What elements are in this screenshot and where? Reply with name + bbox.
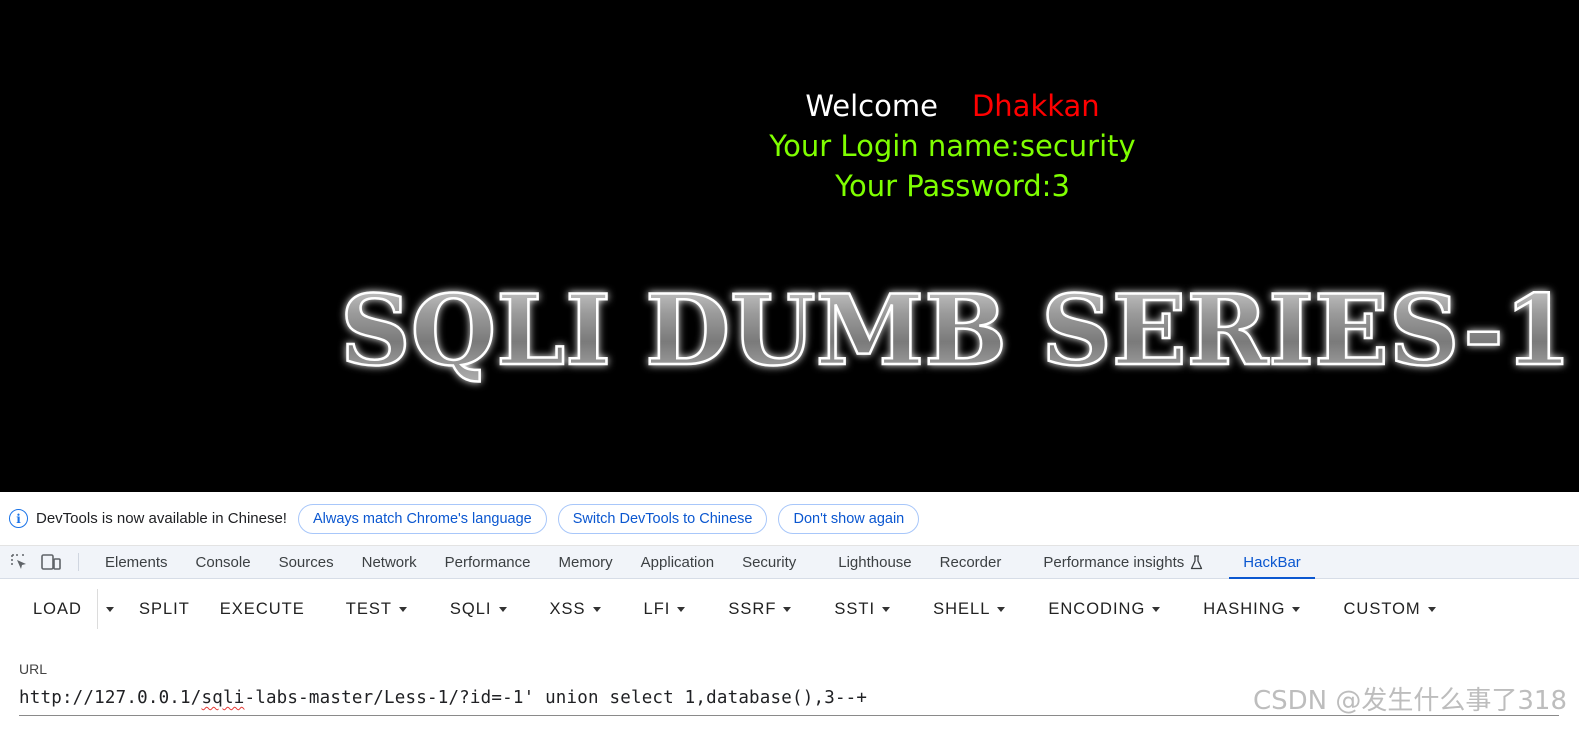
chevron-down-icon [882, 606, 891, 612]
shell-menu[interactable]: SHELL [905, 589, 1020, 629]
dont-show-again-button[interactable]: Don't show again [778, 503, 920, 534]
welcome-block: Welcome Dhakkan Your Login name:security … [700, 86, 1205, 206]
chevron-down-icon [592, 606, 601, 612]
tab-network[interactable]: Network [348, 546, 431, 578]
sqli-menu[interactable]: SQLI [422, 589, 522, 629]
url-value-prefix: http://127.0.0.1/ [19, 688, 202, 708]
test-menu[interactable]: TEST [331, 589, 422, 629]
login-name-line: Your Login name:security [769, 129, 1136, 163]
switch-to-chinese-button[interactable]: Switch DevTools to Chinese [557, 503, 768, 534]
custom-menu[interactable]: CUSTOM [1315, 589, 1450, 629]
inspect-element-icon[interactable] [6, 546, 32, 578]
experiment-flask-icon [1190, 554, 1203, 570]
chevron-down-icon [498, 606, 507, 612]
lfi-menu[interactable]: LFI [616, 589, 701, 629]
ssrf-menu-label: SSRF [728, 599, 777, 618]
tab-sources[interactable]: Sources [265, 546, 348, 578]
xss-menu-label: XSS [549, 599, 586, 618]
url-value-suffix: -labs-master/Less-1/?id=-1' union select… [244, 688, 868, 708]
chevron-down-icon [997, 606, 1006, 612]
page-viewport: Welcome Dhakkan Your Login name:security … [0, 0, 1579, 492]
ssti-menu[interactable]: SSTI [806, 589, 905, 629]
csdn-watermark: CSDN @发生什么事了318 [1252, 686, 1567, 716]
info-icon: i [9, 509, 28, 528]
hashing-menu[interactable]: HASHING [1175, 589, 1315, 629]
welcome-line: Welcome Dhakkan [700, 86, 1205, 126]
chevron-down-icon [1292, 606, 1301, 612]
devtools-tab-strip: Elements Console Sources Network Perform… [0, 546, 1579, 579]
load-divider [96, 589, 98, 629]
device-toolbar-icon[interactable] [38, 546, 64, 578]
series-banner-graphic: SQLI DUMB SERIES-1 [339, 273, 1574, 389]
execute-button[interactable]: EXECUTE [205, 589, 331, 629]
tab-lighthouse[interactable]: Lighthouse [824, 546, 925, 578]
encoding-menu[interactable]: ENCODING [1020, 589, 1175, 629]
sqli-menu-label: SQLI [449, 599, 492, 618]
encoding-menu-label: ENCODING [1048, 599, 1146, 618]
always-match-language-button[interactable]: Always match Chrome's language [297, 503, 547, 534]
hackbar-toolbar: LOAD SPLIT EXECUTE TEST SQLI XSS LFI SSR… [0, 580, 1579, 638]
infobar-message: DevTools is now available in Chinese! [36, 510, 287, 527]
chevron-down-icon [783, 606, 792, 612]
split-button[interactable]: SPLIT [124, 589, 205, 629]
test-menu-label: TEST [345, 599, 392, 618]
tab-application[interactable]: Application [627, 546, 728, 578]
ssti-menu-label: SSTI [834, 599, 876, 618]
tab-console[interactable]: Console [182, 546, 265, 578]
series-banner: SQLI DUMB SERIES-1 [336, 272, 1579, 392]
chevron-down-icon [677, 606, 686, 612]
devtools-language-infobar: i DevTools is now available in Chinese! … [0, 492, 1579, 546]
tab-performance-insights-label: Performance insights [1043, 553, 1185, 571]
tab-security[interactable]: Security [728, 546, 824, 578]
lfi-menu-label: LFI [643, 599, 671, 618]
password-line: Your Password:3 [835, 169, 1070, 203]
tab-performance-insights[interactable]: Performance insights [1029, 546, 1229, 578]
shell-menu-label: SHELL [933, 599, 991, 618]
welcome-word: Welcome [805, 89, 938, 123]
banner-text: SQLI DUMB SERIES-1 [340, 274, 1572, 387]
tab-memory[interactable]: Memory [545, 546, 627, 578]
chevron-down-icon [398, 606, 407, 612]
load-dropdown-chevron-icon[interactable] [100, 589, 124, 629]
chevron-down-icon [1427, 606, 1436, 612]
url-value-misspelled: sqli [201, 688, 245, 708]
tab-performance[interactable]: Performance [431, 546, 545, 578]
chevron-down-icon [1152, 606, 1161, 612]
url-section: URL http://127.0.0.1/sqli-labs-master/Le… [0, 638, 1579, 731]
tab-hackbar[interactable]: HackBar [1229, 546, 1315, 579]
ssrf-menu[interactable]: SSRF [700, 589, 806, 629]
hashing-menu-label: HASHING [1203, 599, 1286, 618]
tab-recorder[interactable]: Recorder [926, 546, 1030, 578]
url-label: URL [19, 661, 48, 677]
welcome-name: Dhakkan [971, 89, 1100, 123]
xss-menu[interactable]: XSS [522, 589, 616, 629]
tab-elements[interactable]: Elements [91, 546, 182, 578]
custom-menu-label: CUSTOM [1343, 599, 1421, 618]
load-button[interactable]: LOAD [18, 589, 97, 629]
